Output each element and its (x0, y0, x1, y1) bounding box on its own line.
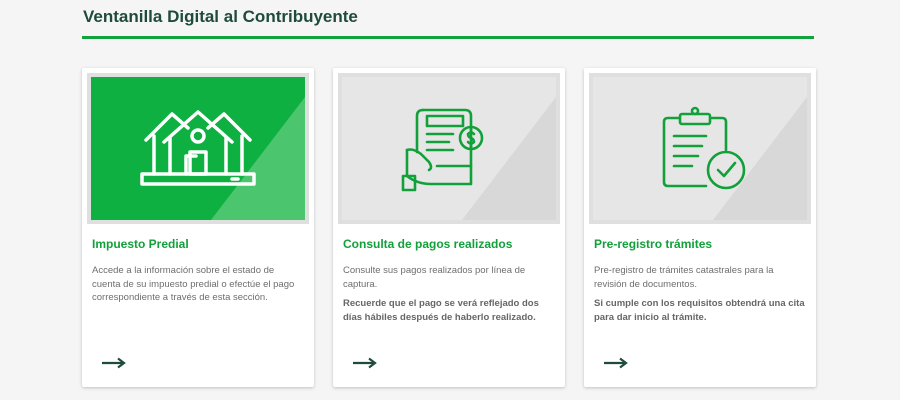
card-description: Accede a la información sobre el estado … (92, 264, 304, 311)
card-image (87, 73, 309, 224)
clipboard-check-icon (662, 106, 746, 189)
card-impuesto-predial[interactable]: Impuesto Predial Accede a la información… (82, 68, 314, 387)
card-pre-registro[interactable]: Pre-registro trámites Pre-registro de tr… (584, 68, 816, 387)
card-description: Pre-registro de trámites catastrales par… (594, 264, 806, 330)
page-title: Ventanilla Digital al Contribuyente (83, 7, 358, 26)
card-title: Consulta de pagos realizados (343, 237, 513, 251)
houses-icon (140, 109, 256, 186)
card-title: Impuesto Predial (92, 237, 189, 251)
card-image (338, 73, 560, 224)
card-description: Consulte sus pagos realizados por línea … (343, 264, 555, 330)
card-text: Consulte sus pagos realizados por línea … (343, 265, 526, 290)
card-title: Pre-registro trámites (594, 237, 713, 251)
payment-receipt-icon (401, 108, 484, 191)
arrow-right-icon[interactable] (353, 357, 377, 369)
arrow-right-icon[interactable] (102, 357, 126, 369)
arrow-right-icon[interactable] (604, 357, 628, 369)
card-note: Si cumple con los requisitos obtendrá un… (594, 298, 805, 323)
card-image (589, 73, 811, 224)
card-text: Accede a la información sobre el estado … (92, 265, 295, 303)
card-consulta-pagos[interactable]: Consulta de pagos realizados Consulte su… (333, 68, 565, 387)
card-text: Pre-registro de trámites catastrales par… (594, 265, 774, 290)
title-divider (82, 36, 814, 39)
card-note: Recuerde que el pago se verá reflejado d… (343, 298, 539, 323)
